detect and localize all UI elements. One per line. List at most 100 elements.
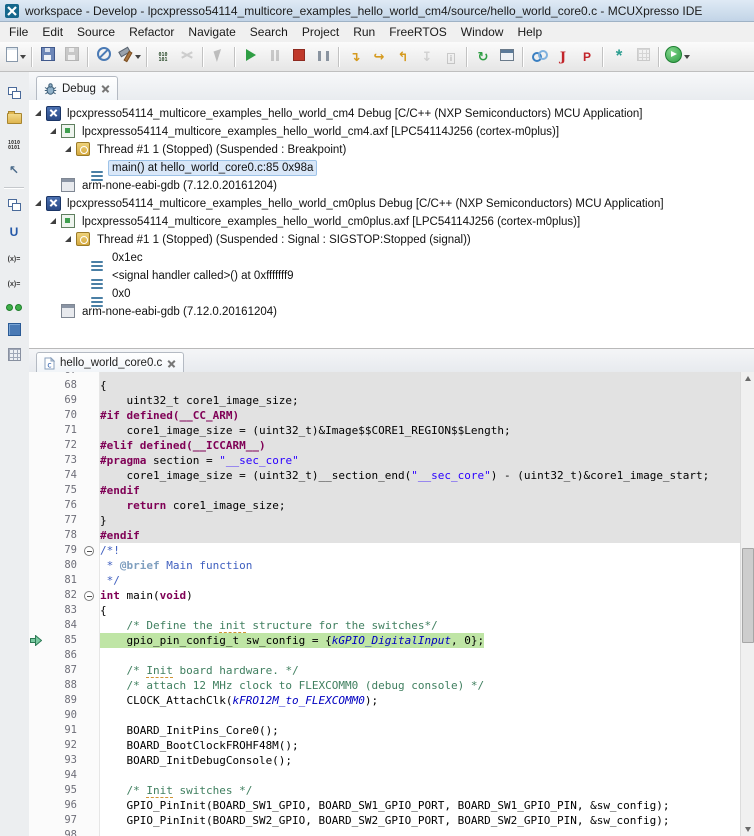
scroll-up-arrow-icon[interactable] — [741, 372, 754, 385]
code-line-86[interactable]: 86 — [29, 648, 741, 663]
line-number[interactable]: 78 — [29, 528, 77, 543]
restore-view-button-2[interactable] — [0, 196, 28, 218]
heap-usage-view-button[interactable]: U — [0, 221, 28, 243]
code-line-93[interactable]: 93 BOARD_InitDebugConsole(); — [29, 753, 741, 768]
project-explorer-button[interactable] — [0, 109, 28, 131]
line-number[interactable]: 73 — [29, 453, 77, 468]
menu-freertos[interactable]: FreeRTOS — [382, 23, 454, 41]
editor-vscrollbar[interactable] — [740, 372, 754, 836]
debug-tree-row[interactable]: arm-none-eabi-gdb (7.12.0.20161204) — [29, 302, 754, 320]
variables-view-button[interactable]: (x)= — [0, 246, 28, 268]
line-number[interactable]: 89 — [29, 693, 77, 708]
debug-tree-row[interactable]: <signal handler called>() at 0xfffffff9 — [29, 266, 754, 284]
jlink-debug-button[interactable]: J — [551, 45, 575, 69]
code-line-96[interactable]: 96 GPIO_PinInit(BOARD_SW1_GPIO, BOARD_SW… — [29, 798, 741, 813]
drop-to-frame-button[interactable]: ↧ — [415, 45, 439, 69]
cut-button[interactable] — [175, 45, 199, 69]
line-number[interactable]: 70 — [29, 408, 77, 423]
code-line-88[interactable]: 88 /* attach 12 MHz clock to FLEXCOMM0 (… — [29, 678, 741, 693]
line-number[interactable]: 92 — [29, 738, 77, 753]
line-number[interactable]: 69 — [29, 393, 77, 408]
config-tools-button[interactable]: * — [607, 45, 631, 69]
code-line-77[interactable]: 77} — [29, 513, 741, 528]
code-line-76[interactable]: 76 return core1_image_size; — [29, 498, 741, 513]
line-number[interactable]: 90 — [29, 708, 77, 723]
restart-button[interactable]: ↻ — [471, 45, 495, 69]
debug-tree-row[interactable]: main() at hello_world_core0.c:85 0x98a — [29, 158, 754, 176]
menu-project[interactable]: Project — [295, 23, 346, 41]
dropdown-arrow-icon[interactable] — [20, 55, 26, 59]
dropdown-arrow-icon[interactable] — [684, 55, 690, 59]
outline-view-button[interactable] — [0, 346, 28, 368]
menu-navigate[interactable]: Navigate — [181, 23, 242, 41]
menu-run[interactable]: Run — [346, 23, 382, 41]
line-number[interactable]: 79 — [29, 543, 77, 558]
menu-refactor[interactable]: Refactor — [122, 23, 181, 41]
close-icon[interactable] — [167, 359, 176, 368]
code-line-89[interactable]: 89 CLOCK_AttachClk(kFRO12M_to_FLEXCOMM0)… — [29, 693, 741, 708]
tab-hello-world-core0[interactable]: c hello_world_core0.c — [36, 352, 184, 373]
code-line-68[interactable]: 68{ — [29, 378, 741, 393]
code-line-69[interactable]: 69 uint32_t core1_image_size; — [29, 393, 741, 408]
linkserver-debug-button[interactable] — [527, 45, 551, 69]
debug-tree-row[interactable]: Thread #1 1 (Stopped) (Suspended : Signa… — [29, 230, 754, 248]
debug-tree-row[interactable]: arm-none-eabi-gdb (7.12.0.20161204) — [29, 176, 754, 194]
debug-tree-row[interactable]: lpcxpresso54114_multicore_examples_hello… — [29, 122, 754, 140]
line-number[interactable]: 68 — [29, 378, 77, 393]
step-over-button[interactable]: ↪ — [367, 45, 391, 69]
save-button[interactable] — [36, 45, 60, 69]
installed-sdks-button[interactable] — [631, 45, 655, 69]
expand-arrow-icon[interactable] — [35, 200, 41, 206]
debug-tree-row[interactable]: lpcxpresso54114_multicore_examples_hello… — [29, 194, 754, 212]
resume-button[interactable] — [239, 45, 263, 69]
expand-arrow-icon[interactable] — [65, 236, 71, 242]
line-number[interactable]: 83 — [29, 603, 77, 618]
menu-help[interactable]: Help — [510, 23, 549, 41]
scroll-down-arrow-icon[interactable] — [741, 823, 754, 836]
build-button[interactable] — [116, 45, 143, 69]
code-line-91[interactable]: 91 BOARD_InitPins_Core0(); — [29, 723, 741, 738]
dropdown-arrow-icon[interactable] — [135, 55, 141, 59]
code-line-81[interactable]: 81 */ — [29, 573, 741, 588]
selection-pointer-button[interactable] — [207, 45, 231, 69]
restore-view-button[interactable] — [0, 84, 28, 106]
pemicro-debug-button[interactable]: P — [575, 45, 599, 69]
peripherals-view-button[interactable] — [0, 296, 28, 318]
line-number[interactable]: 72 — [29, 438, 77, 453]
code-line-75[interactable]: 75#endif — [29, 483, 741, 498]
memory-view-button[interactable]: 10100101 — [0, 134, 28, 156]
code-line-80[interactable]: 80 * @brief Main function — [29, 558, 741, 573]
scrollbar-thumb[interactable] — [742, 548, 754, 643]
code-line-78[interactable]: 78#endif — [29, 528, 741, 543]
menu-source[interactable]: Source — [70, 23, 122, 41]
fold-collapse-icon[interactable] — [84, 591, 94, 601]
debug-tree-row[interactable]: 0x0 — [29, 284, 754, 302]
line-number[interactable]: 97 — [29, 813, 77, 828]
line-number[interactable]: 75 — [29, 483, 77, 498]
code-line-72[interactable]: 72#elif defined(__ICCARM__) — [29, 438, 741, 453]
line-number[interactable]: 82 — [29, 588, 77, 603]
code-line-82[interactable]: 82int main(void) — [29, 588, 741, 603]
line-number[interactable]: 74 — [29, 468, 77, 483]
menu-window[interactable]: Window — [454, 23, 511, 41]
run-button[interactable] — [663, 45, 692, 69]
code-line-71[interactable]: 71 core1_image_size = (uint32_t)&Image$$… — [29, 423, 741, 438]
code-line-94[interactable]: 94 — [29, 768, 741, 783]
code-line-74[interactable]: 74 core1_image_size = (uint32_t)__sectio… — [29, 468, 741, 483]
code-line-98[interactable]: 98 — [29, 828, 741, 836]
line-number[interactable]: 93 — [29, 753, 77, 768]
line-number[interactable]: 84 — [29, 618, 77, 633]
code-line-79[interactable]: 79/*! — [29, 543, 741, 558]
close-icon[interactable] — [101, 84, 110, 93]
expand-arrow-icon[interactable] — [65, 146, 71, 152]
debug-tree-row[interactable]: lpcxpresso54114_multicore_examples_hello… — [29, 212, 754, 230]
new-wizard-button[interactable] — [4, 45, 28, 69]
pointer-tool-button[interactable]: ↖ — [0, 159, 28, 181]
code-line-95[interactable]: 95 /* Init switches */ — [29, 783, 741, 798]
line-number[interactable]: 94 — [29, 768, 77, 783]
disconnect-button[interactable] — [311, 45, 335, 69]
expressions-view-button[interactable]: (x)= — [0, 271, 28, 293]
skip-all-breakpoints-button[interactable] — [92, 45, 116, 69]
step-return-button[interactable]: ↰ — [391, 45, 415, 69]
menu-edit[interactable]: Edit — [35, 23, 70, 41]
